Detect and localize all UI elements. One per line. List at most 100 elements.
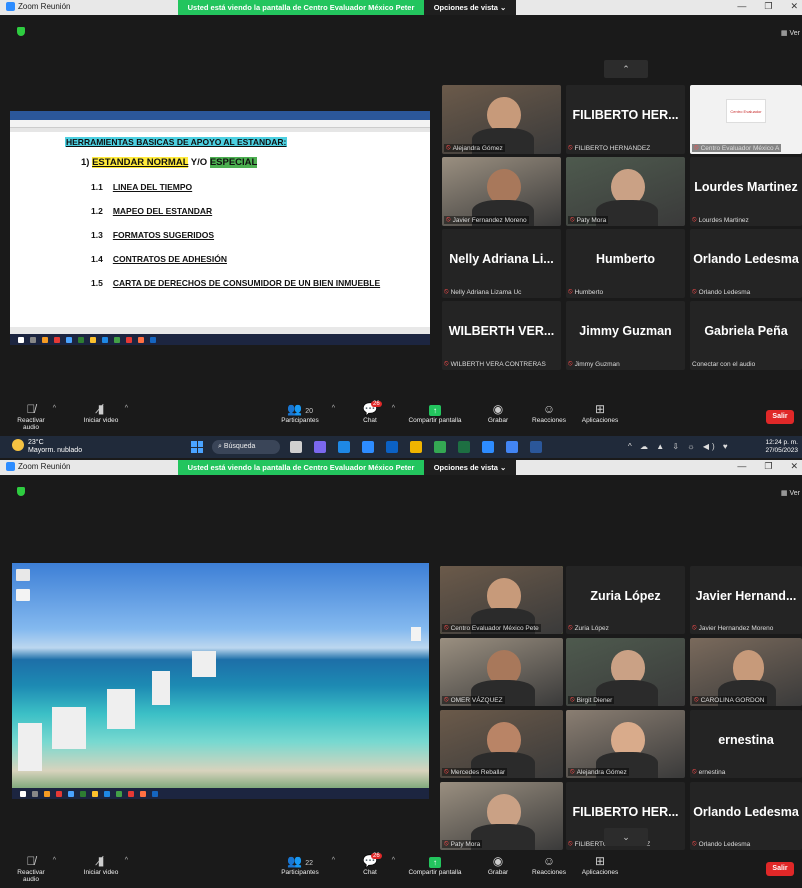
- chat-app-icon[interactable]: [314, 441, 326, 453]
- chrome-icon[interactable]: [434, 441, 446, 453]
- doc-heading: HERRAMIENTAS BASICAS DE APOYO AL ESTANDA…: [65, 137, 288, 147]
- desktop-document-icon[interactable]: [411, 627, 421, 641]
- participant-tile[interactable]: ernestina ⦸ ernestina: [690, 710, 802, 778]
- participant-tile[interactable]: Gabriela Peña Conectar con el audio: [690, 301, 802, 370]
- participant-name-label: ⦸ Orlando Ledesma: [692, 840, 751, 848]
- close-icon[interactable]: ✕: [790, 1, 798, 12]
- start-video-button[interactable]: ▮̸ Iniciar video ^: [80, 854, 128, 876]
- chat-button[interactable]: 💬 26 Chat ^: [355, 401, 395, 424]
- participant-tile[interactable]: WILBERTH VER... ⦸ WILBERTH VERA CONTRERAS: [442, 301, 561, 370]
- maximize-icon[interactable]: ❐: [764, 461, 772, 472]
- record-button[interactable]: ◉ Grabar: [480, 854, 516, 876]
- view-options-button[interactable]: Opciones de vista ⌄: [424, 0, 516, 15]
- shield-icon[interactable]: [17, 27, 25, 36]
- mic-muted-icon: ⦸: [444, 360, 449, 367]
- gallery-scroll-down-button[interactable]: ⌄: [604, 828, 648, 846]
- reactions-button[interactable]: ☺ Reacciones: [524, 402, 574, 424]
- close-icon[interactable]: ✕: [790, 461, 798, 472]
- participant-name-label: ⦸ Nelly Adriana Lizama Uc: [444, 288, 522, 296]
- participant-tile[interactable]: ⦸ OMER VÁZQUEZ: [440, 638, 563, 706]
- gallery-scroll-up-button[interactable]: ⌃: [604, 60, 648, 78]
- apps-icon: ⊞: [594, 402, 606, 416]
- mic-muted-icon: ⦸: [694, 144, 699, 151]
- start-video-button[interactable]: ▮̸ Iniciar video ^: [80, 402, 128, 424]
- taskbar-clock[interactable]: 12:24 p. m. 27/05/2023: [765, 439, 798, 455]
- participant-tile[interactable]: Nelly Adriana Li... ⦸ Nelly Adriana Lizama…: [442, 229, 561, 298]
- view-button[interactable]: ▦ Ver: [781, 29, 800, 37]
- participant-tile[interactable]: Jimmy Guzman ⦸ Jimmy Guzman: [566, 301, 685, 370]
- participant-tile[interactable]: ⦸ Paty Mora: [440, 782, 563, 850]
- mic-muted-icon: ⦸: [692, 768, 697, 775]
- apps-button[interactable]: ⊞ Aplicaciones: [574, 854, 626, 876]
- view-button[interactable]: ▦ Ver: [781, 489, 800, 497]
- word-icon[interactable]: [530, 441, 542, 453]
- file-explorer-icon[interactable]: [410, 441, 422, 453]
- desktop-file-icon[interactable]: [16, 589, 30, 601]
- share-screen-button[interactable]: ↑ Compartir pantalla: [400, 402, 470, 424]
- doc-subheading: 1) ESTANDAR NORMAL Y/O ESPECIAL: [81, 157, 258, 168]
- mic-muted-icon: ⦸: [444, 288, 449, 295]
- zoom-logo-icon: [6, 2, 15, 11]
- chat-button[interactable]: 💬 26 Chat ^: [355, 853, 395, 876]
- participant-tile[interactable]: Humberto ⦸ Humberto: [566, 229, 685, 298]
- minimize-icon[interactable]: —: [737, 461, 746, 472]
- participant-tile[interactable]: Javier Hernand... ⦸ Javier Hernandez Moren…: [690, 566, 802, 634]
- mail-icon[interactable]: [386, 441, 398, 453]
- browser-icon[interactable]: [506, 441, 518, 453]
- participant-tile[interactable]: Zuria López ⦸ Zuria López: [566, 566, 685, 634]
- participant-name-label: ⦸ Centro Evaluador México Pete: [442, 624, 541, 632]
- reactions-button[interactable]: ☺ Reacciones: [524, 854, 574, 876]
- task-view-icon[interactable]: [290, 441, 302, 453]
- mic-muted-icon: ⦸: [694, 696, 699, 703]
- participant-tile[interactable]: Centro Evaluador ⦸ Centro Evaluador México…: [690, 85, 802, 154]
- participant-tile[interactable]: ⦸ CAROLINA GORDON: [690, 638, 802, 706]
- excel-icon[interactable]: [458, 441, 470, 453]
- participant-tile[interactable]: ⦸ Javier Fernandez Moreno: [442, 157, 561, 226]
- view-options-button[interactable]: Opciones de vista ⌄: [424, 460, 516, 475]
- taskbar-search[interactable]: ⌕ Búsqueda: [212, 440, 280, 454]
- participant-tile[interactable]: ⦸ Alejandra Gómez: [566, 710, 685, 778]
- participant-display-name: Humberto: [595, 252, 656, 267]
- shield-icon[interactable]: [17, 487, 25, 496]
- desktop-recycle-bin-icon[interactable]: [16, 569, 30, 581]
- system-tray[interactable]: ^ ☁ ▲ ⇩ ☼ ◀) ♥: [628, 442, 731, 451]
- participant-display-name: Gabriela Peña: [704, 324, 788, 339]
- store-icon[interactable]: [362, 441, 374, 453]
- participant-name-label: ⦸ Alejandra Gómez: [568, 768, 629, 776]
- leave-button[interactable]: Salir: [766, 862, 794, 876]
- mic-muted-icon: ⦸: [570, 216, 575, 223]
- mic-muted-icon: ⦸: [444, 696, 449, 703]
- share-screen-button[interactable]: ↑ Compartir pantalla: [400, 854, 470, 876]
- participant-name-label: ⦸ Javier Fernandez Moreno: [444, 216, 529, 224]
- zoom-taskbar-icon[interactable]: [482, 441, 494, 453]
- doc-list-item: 1.4 CONTRATOS DE ADHESIÓN: [91, 254, 227, 264]
- apps-button[interactable]: ⊞ Aplicaciones: [574, 402, 626, 424]
- participant-tile[interactable]: ⦸ Birgit Diener: [566, 638, 685, 706]
- mic-muted-icon: ⦸: [446, 144, 451, 151]
- unmute-button[interactable]: 🎙̸ Reactivar audio ^: [10, 402, 56, 431]
- unmute-button[interactable]: 🎙̸ Reactivar audio ^: [10, 854, 56, 883]
- minimize-icon[interactable]: —: [737, 1, 746, 12]
- chat-badge: 26: [371, 853, 382, 859]
- participant-tile[interactable]: ⦸ Paty Mora: [566, 157, 685, 226]
- maximize-icon[interactable]: ❐: [764, 1, 772, 12]
- participants-button[interactable]: 👥 20 Participantes ^: [275, 402, 335, 424]
- participant-tile[interactable]: Lourdes Martinez ⦸ Lourdes Martinez: [690, 157, 802, 226]
- weather-widget[interactable]: 23°C Mayorm. nublado: [12, 439, 82, 455]
- participants-button[interactable]: 👥 22 Participantes ^: [275, 854, 335, 876]
- mic-muted-icon: ⦸: [568, 360, 573, 367]
- participant-tile[interactable]: Orlando Ledesma ⦸ Orlando Ledesma: [690, 782, 802, 850]
- leave-button[interactable]: Salir: [766, 410, 794, 424]
- participant-tile[interactable]: Orlando Ledesma ⦸ Orlando Ledesma: [690, 229, 802, 298]
- record-button[interactable]: ◉ Grabar: [480, 402, 516, 424]
- word-title-bar: [10, 111, 430, 120]
- edge-icon[interactable]: [338, 441, 350, 453]
- participant-tile[interactable]: ⦸ Mercedes Reballar: [440, 710, 563, 778]
- doc-list-item: 1.1 LINEA DEL TIEMPO: [91, 182, 193, 192]
- word-ribbon: [10, 120, 430, 128]
- start-button-icon[interactable]: [191, 441, 203, 453]
- participant-tile[interactable]: ⦸ Centro Evaluador México Pete: [440, 566, 563, 634]
- participant-tile[interactable]: ⦸ Alejandra Gómez: [442, 85, 561, 154]
- mic-muted-icon: ⦸: [568, 840, 573, 847]
- participant-tile[interactable]: FILIBERTO HER... ⦸FILIBERTO HERNANDEZ: [566, 85, 685, 154]
